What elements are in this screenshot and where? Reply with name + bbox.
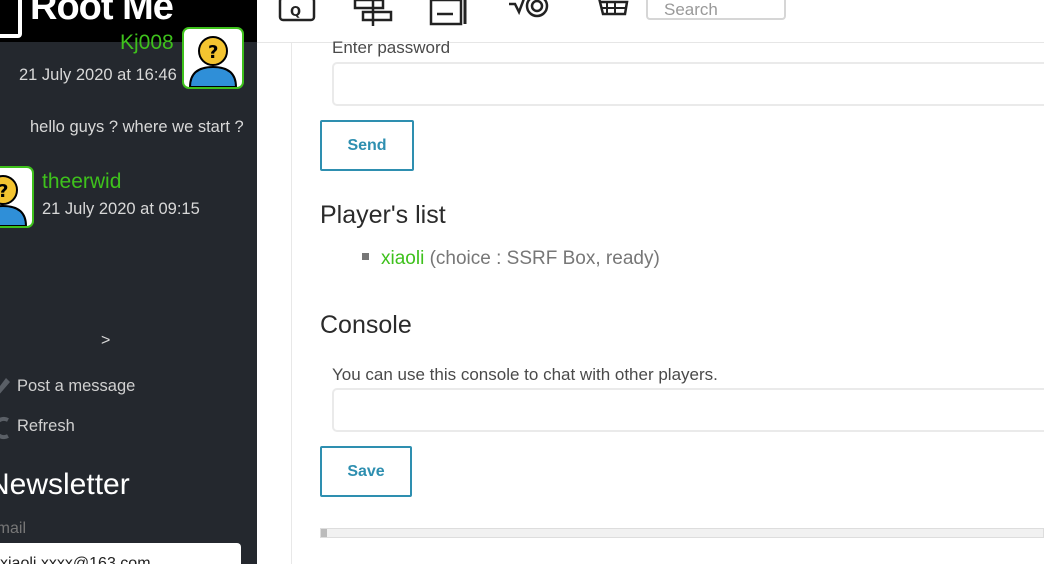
search-input[interactable]: Search xyxy=(646,0,786,20)
list-bullet-icon xyxy=(362,253,369,261)
players-title: Player's list xyxy=(320,201,446,229)
logo-skull-icon xyxy=(0,0,22,38)
pencil-icon xyxy=(0,378,10,394)
user-avatar-icon: ? xyxy=(188,36,238,87)
email-label: Email xyxy=(0,520,27,537)
send-button[interactable]: Send xyxy=(320,120,414,171)
message-date: 21 July 2020 at 16:46 xyxy=(19,66,177,84)
save-button[interactable]: Save xyxy=(320,446,412,497)
email-input[interactable]: xiaoli.xxxx@163.com xyxy=(0,543,241,564)
svg-text:Q: Q xyxy=(290,5,301,20)
svg-text:?: ? xyxy=(0,181,8,202)
console-scrollbar[interactable] xyxy=(320,528,1044,538)
player-name-link[interactable]: xiaoli xyxy=(381,248,424,269)
challenges-icon[interactable]: Q xyxy=(276,0,318,26)
page-gutter xyxy=(257,0,292,564)
password-field[interactable] xyxy=(332,62,1044,106)
logo-text: Root Me xyxy=(30,0,174,28)
scrollbar-thumb[interactable] xyxy=(321,529,327,537)
refresh-icon xyxy=(0,417,9,439)
list-item: xiaoli (choice : SSRF Box, ready) xyxy=(362,248,660,270)
svg-text:?: ? xyxy=(208,42,218,63)
tools-icon[interactable] xyxy=(429,0,473,28)
shop-cart-icon[interactable] xyxy=(591,0,631,24)
sidebar: Root Me Kj008 21 July 2020 at 16:46 ? he… xyxy=(0,0,257,564)
message-text: hello guys ? where we start ? xyxy=(30,118,244,136)
user-avatar-icon: ? xyxy=(0,175,28,226)
pager-next[interactable]: > xyxy=(101,332,110,350)
console-title: Console xyxy=(320,311,412,339)
avatar[interactable]: ? xyxy=(0,166,34,228)
avatar[interactable]: ? xyxy=(182,27,244,89)
refresh-link[interactable]: Refresh xyxy=(17,417,75,436)
message-author[interactable]: theerwid xyxy=(42,170,121,194)
ctf-target-icon[interactable] xyxy=(507,0,551,20)
message-author[interactable]: Kj008 xyxy=(120,31,174,55)
community-icon[interactable] xyxy=(351,0,395,28)
password-label: Enter password xyxy=(332,38,451,57)
top-navigation: Q Search xyxy=(257,0,1044,43)
newsletter-title: Newsletter xyxy=(0,468,130,501)
console-description: You can use this console to chat with ot… xyxy=(332,365,718,384)
post-message-link[interactable]: Post a message xyxy=(17,377,135,396)
player-detail: (choice : SSRF Box, ready) xyxy=(424,248,660,269)
console-message-field[interactable] xyxy=(332,388,1044,432)
message-date: 21 July 2020 at 09:15 xyxy=(42,200,200,218)
